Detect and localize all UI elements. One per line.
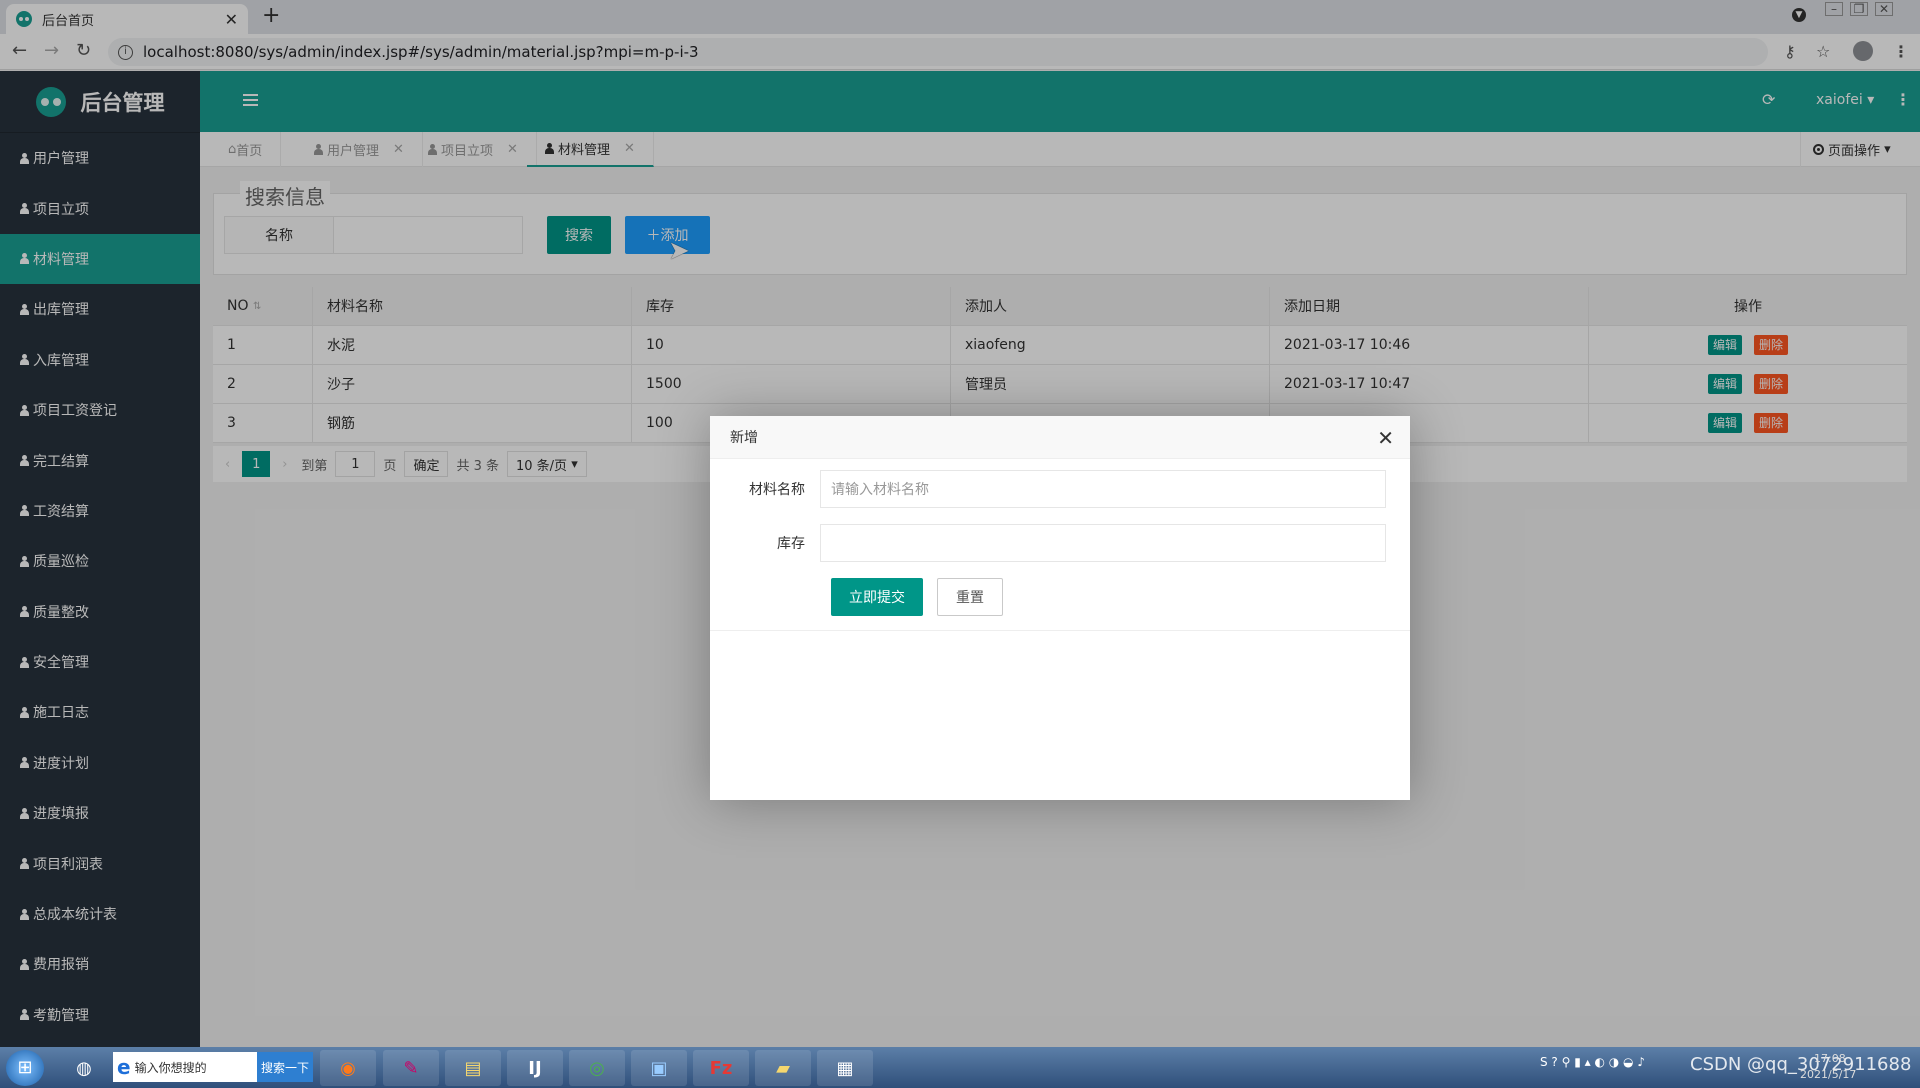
terminal-icon[interactable]: ▦ [817,1050,873,1086]
stock-input[interactable] [820,524,1386,562]
submit-button[interactable]: 立即提交 [831,578,923,616]
clock-time: 17:08 [1814,1052,1846,1065]
taskbar-search-button[interactable]: 搜索一下 [257,1052,313,1082]
material-name-input[interactable]: 请输入材料名称 [820,470,1386,508]
system-tray[interactable]: S ? ⚲ ▮ ▴ ◐ ◑ ◒ ♪ [1540,1055,1645,1069]
app-360-icon[interactable]: ◍ [56,1050,112,1086]
remote-desktop-icon[interactable]: ▣ [631,1050,687,1086]
reset-button[interactable]: 重置 [937,578,1003,616]
add-material-dialog: 新增 ✕ 材料名称 请输入材料名称 库存 立即提交 重置 [710,416,1410,800]
app-icon[interactable]: ✎ [383,1050,439,1086]
dialog-divider [710,630,1410,631]
ie-icon: e [117,1055,131,1079]
intellij-icon[interactable]: IJ [507,1050,563,1086]
start-button[interactable]: ⊞ [6,1050,44,1086]
file-explorer-icon[interactable]: ▤ [445,1050,501,1086]
form-row-stock: 库存 [710,524,1410,562]
material-name-label: 材料名称 [749,482,805,498]
dialog-title: 新增 [710,416,1410,459]
folder-icon[interactable]: ▰ [755,1050,811,1086]
firefox-icon[interactable]: ◉ [320,1050,376,1086]
form-row-name: 材料名称 请输入材料名称 [710,470,1410,508]
filezilla-icon[interactable]: Fz [693,1050,749,1086]
stock-label: 库存 [777,536,805,552]
clock-date: 2021/5/17 [1800,1068,1857,1081]
chrome-icon[interactable]: ◎ [569,1050,625,1086]
taskbar-search-input[interactable]: e 输入你想搜的 [113,1052,257,1082]
close-icon[interactable]: ✕ [1377,426,1394,450]
search-placeholder: 输入你想搜的 [134,1060,207,1075]
